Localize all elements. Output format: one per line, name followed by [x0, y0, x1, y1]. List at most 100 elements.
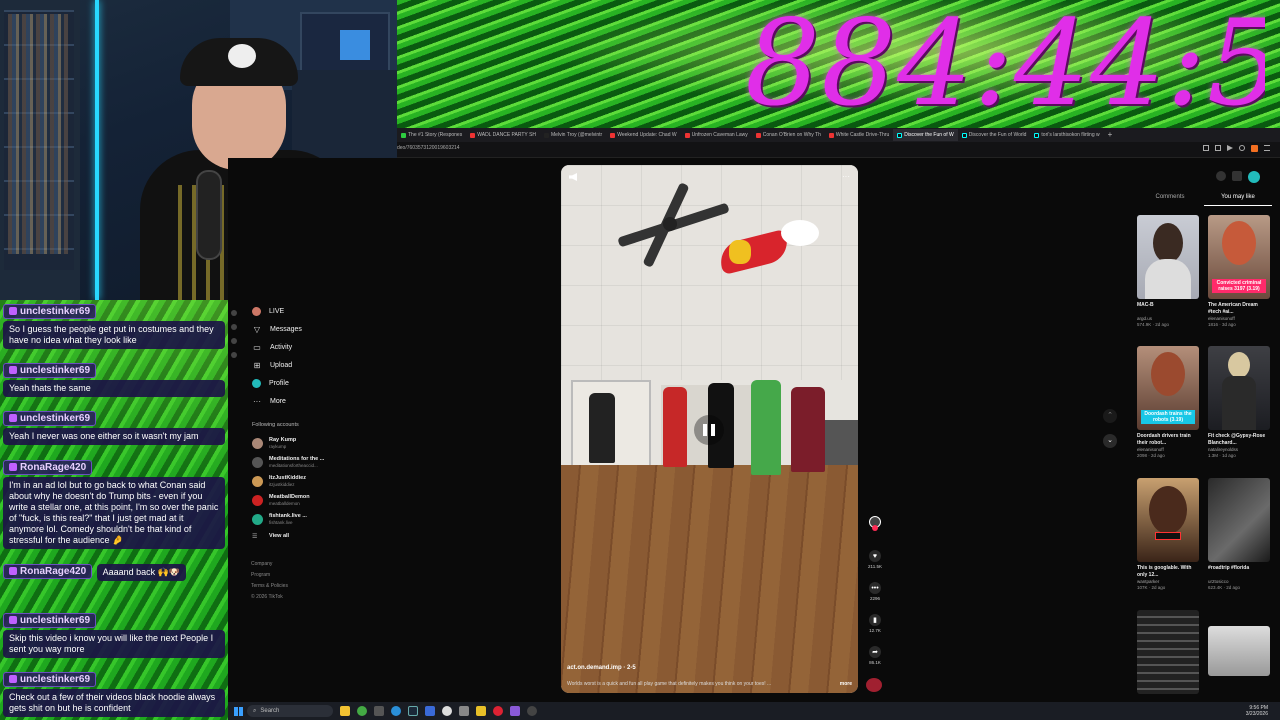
chat-username: unclestinker69	[3, 303, 97, 319]
github-icon[interactable]	[442, 706, 452, 716]
video-thumbnail	[1208, 626, 1270, 676]
edge-icon[interactable]	[391, 706, 401, 716]
taskbar-clock[interactable]: 9:56 PM 3/23/2026	[1246, 705, 1268, 717]
sidebar-item-live[interactable]: LIVE	[252, 302, 362, 320]
new-tab-button[interactable]: +	[1104, 129, 1117, 141]
recommended-video-card[interactable]: Doordash trains the robots (3.19) Doorda…	[1137, 346, 1199, 459]
chevron-up-icon[interactable]: ⌃	[1103, 409, 1117, 423]
chat-text: Yeah I never was one either so it wasn't…	[3, 428, 225, 445]
following-account[interactable]: MeatballDemon meatballdemon	[252, 491, 362, 510]
following-account[interactable]: Ray Kump raykump	[252, 434, 362, 453]
stream-timer: 884:44:51	[745, 2, 1265, 124]
footer-link-company[interactable]: Company	[251, 559, 288, 570]
favicon-icon	[401, 132, 406, 138]
video-more-icon[interactable]: ···	[842, 172, 850, 181]
browser-tab[interactable]: White Castle Drive-Thru	[825, 129, 893, 141]
following-account[interactable]: fishtank.live ... fishtank.live	[252, 510, 362, 529]
sidebar-item-more[interactable]: ··· More	[252, 392, 362, 410]
video-thumbnail	[1137, 610, 1199, 694]
save-button[interactable]: ▮ 12.7K	[868, 614, 882, 633]
menu-icon[interactable]	[1264, 145, 1270, 151]
browser-tab[interactable]: Conan O'Brien on Why Th	[752, 129, 825, 141]
app-icon[interactable]	[493, 706, 503, 716]
xbox-icon[interactable]	[357, 706, 367, 716]
browser-tab-active[interactable]: Discover the Fun of W	[893, 129, 958, 141]
windows-start-icon[interactable]	[234, 706, 243, 716]
sidebar-nav: LIVE ▽ Messages ▭ Activity ⊞ Upload Profile…	[252, 302, 362, 410]
music-disc-icon[interactable]	[866, 678, 882, 692]
subscriber-badge-icon	[9, 414, 17, 422]
sidebar-item-activity[interactable]: ▭ Activity	[252, 338, 362, 356]
upload-icon: ⊞	[253, 360, 261, 370]
footer-link-terms[interactable]: Terms & Policies	[251, 581, 288, 592]
browser-tab[interactable]: tori's larsthisokon flirting w	[1030, 129, 1103, 141]
video-thumbnail	[1208, 478, 1270, 562]
tab-comments[interactable]: Comments	[1136, 190, 1204, 206]
share-icon: ➦	[869, 646, 881, 658]
following-account[interactable]: Meditations for the ... meditationsforthe…	[252, 453, 362, 472]
heart-icon[interactable]	[1239, 145, 1245, 151]
file-explorer-icon[interactable]	[340, 706, 350, 716]
recommended-video-card[interactable]: MAC-B argd.us 574.9K · 2d ago	[1137, 215, 1199, 328]
browser-tab[interactable]: WADL DANCE PARTY SH	[466, 129, 540, 141]
like-button[interactable]: ♥ 211.5K	[868, 550, 882, 569]
steam-icon[interactable]	[408, 706, 418, 716]
video-thumbnail	[1208, 346, 1270, 430]
app-icon[interactable]	[510, 706, 520, 716]
browser-tab[interactable]: The #1 Story (Respones	[397, 129, 466, 141]
creator-avatar-button[interactable]	[868, 516, 882, 531]
pause-icon[interactable]	[694, 415, 724, 445]
play-icon[interactable]	[1227, 145, 1233, 151]
following-account[interactable]: ItzJustKiddiez itzjustkiddiez	[252, 472, 362, 491]
app-icon[interactable]	[459, 706, 469, 716]
sidebar-item-messages[interactable]: ▽ Messages	[252, 320, 362, 338]
right-panel-tabs: Comments You may like	[1136, 190, 1272, 206]
sidebar-footer: Company Program Terms & Policies © 2026 …	[251, 559, 288, 603]
video-username[interactable]: act.on.demand.imp	[567, 665, 622, 671]
extension-icon[interactable]	[1215, 145, 1221, 151]
browser-tab[interactable]: Unfrozen Caveman Lawy	[681, 129, 752, 141]
comment-button[interactable]: ••• 2296	[868, 582, 882, 601]
follow-plus-icon[interactable]	[872, 525, 878, 531]
chat-username: unclestinker69	[3, 410, 97, 426]
app-icon[interactable]	[425, 706, 435, 716]
view-all-link[interactable]: ☰ View all	[252, 529, 362, 543]
bookmark-icon: ▮	[869, 614, 881, 626]
subscriber-badge-icon	[9, 463, 17, 471]
phone-icon[interactable]	[1232, 171, 1242, 181]
recommended-video-card[interactable]	[1137, 610, 1199, 694]
tab-you-may-like[interactable]: You may like	[1204, 190, 1272, 206]
app-icon[interactable]	[374, 706, 384, 716]
video-thumbnail	[1137, 478, 1199, 562]
browser-tab[interactable]: Weekend Update: Chad W	[606, 129, 680, 141]
browser-tab[interactable]: Melvin Troy (@melvintr	[540, 129, 606, 141]
recommended-video-card[interactable]: Fit check @Gypsy-Rose Blanchard... natal…	[1208, 346, 1270, 459]
address-bar[interactable]: deo/7603573120019603214	[397, 142, 1280, 158]
video-player[interactable]: ··· act.on.demand.imp · 2-5 Worlds worst…	[561, 165, 858, 693]
browser-tab[interactable]: Discover the Fun of World	[958, 129, 1031, 141]
recommended-video-card[interactable]	[1208, 626, 1270, 676]
footer-link-program[interactable]: Program	[251, 570, 288, 581]
profile-avatar-icon[interactable]	[1248, 171, 1260, 183]
recommended-video-card[interactable]: Convicted criminal raises 3197 (3.19) Th…	[1208, 215, 1270, 328]
caption-more-link[interactable]: more	[840, 681, 852, 687]
live-icon	[252, 306, 261, 316]
recommended-video-card[interactable]: This is googlable. With only 12... wantp…	[1137, 478, 1199, 591]
account-icon[interactable]	[1251, 145, 1258, 152]
sidebar-item-profile[interactable]: Profile	[252, 374, 362, 392]
comment-icon: •••	[869, 582, 881, 594]
video-thumbnail: Convicted criminal raises 3197 (3.19)	[1208, 215, 1270, 299]
toggle-icon[interactable]	[1216, 171, 1226, 181]
bookmark-icon[interactable]	[1203, 145, 1209, 151]
chat-message: unclestinker69 Skip this video i know yo…	[3, 611, 225, 658]
favicon-icon	[828, 132, 834, 138]
app-icon[interactable]	[476, 706, 486, 716]
chevron-down-icon[interactable]: ⌄	[1103, 434, 1117, 448]
sidebar-item-upload[interactable]: ⊞ Upload	[252, 356, 362, 374]
recommended-video-card[interactable]: #roadtrip #florida ur2tosicco 623.4K · 2…	[1208, 478, 1270, 591]
app-icon[interactable]	[527, 706, 537, 716]
taskbar-search[interactable]: ⌕ Search	[247, 705, 333, 717]
heart-icon: ♥	[869, 550, 881, 562]
share-button[interactable]: ➦ 86.1K	[868, 646, 882, 665]
chat-username: RonaRage420	[3, 563, 93, 579]
